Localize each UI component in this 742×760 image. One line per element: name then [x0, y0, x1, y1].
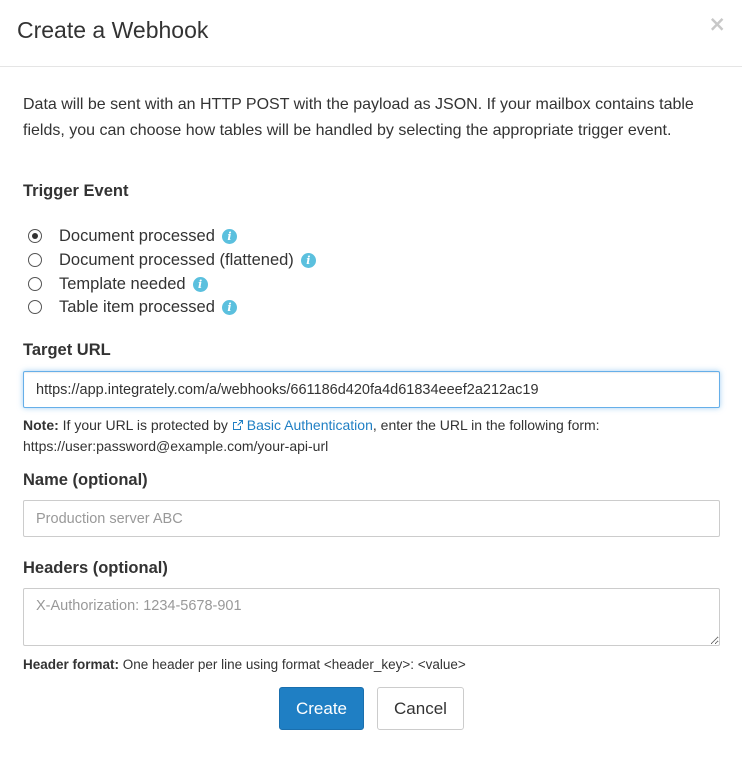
link-label: Basic Authentication: [246, 417, 373, 433]
header-format-text: One header per line using format <header…: [119, 657, 466, 672]
basic-authentication-link[interactable]: Basic Authentication: [232, 417, 373, 433]
radio-button[interactable]: [28, 277, 42, 291]
info-icon[interactable]: i: [221, 299, 237, 315]
url-example: https://user:password@example.com/your-a…: [23, 438, 329, 454]
create-webhook-dialog: Create a Webhook × Data will be sent wit…: [0, 0, 742, 760]
dialog-header: Create a Webhook ×: [0, 0, 742, 67]
note-prefix: Note:: [23, 417, 59, 433]
create-button[interactable]: Create: [279, 687, 364, 730]
cancel-button[interactable]: Cancel: [377, 687, 464, 730]
trigger-option-label: Document processed (flattened): [59, 250, 294, 269]
trigger-option-label: Document processed: [59, 226, 215, 245]
name-field-label: Name (optional): [23, 471, 148, 489]
header-format-help: Header format: One header per line using…: [23, 654, 723, 675]
trigger-option-label: Table item processed: [59, 297, 215, 316]
target-url-label: Target URL: [23, 341, 111, 359]
radio-button[interactable]: [28, 229, 42, 243]
intro-text: Data will be sent with an HTTP POST with…: [23, 96, 694, 139]
info-icon[interactable]: i: [300, 252, 316, 268]
dialog-title: Create a Webhook: [17, 17, 209, 43]
info-icon[interactable]: i: [192, 276, 208, 292]
name-input[interactable]: [23, 500, 720, 537]
headers-field-label: Headers (optional): [23, 559, 168, 577]
radio-button[interactable]: [28, 253, 42, 267]
target-url-input[interactable]: [23, 371, 720, 408]
external-link-icon: [232, 420, 243, 430]
close-icon[interactable]: ×: [708, 14, 726, 35]
note-text: If your URL is protected by: [58, 417, 232, 433]
trigger-option-document-processed[interactable]: Document processed i: [28, 225, 237, 247]
trigger-option-template-needed[interactable]: Template needed i: [28, 273, 208, 295]
trigger-option-label: Template needed: [59, 274, 186, 293]
basic-auth-note: Note: If your URL is protected by Basic …: [23, 415, 723, 457]
trigger-event-label: Trigger Event: [23, 182, 129, 200]
trigger-option-document-processed-flattened[interactable]: Document processed (flattened) i: [28, 249, 316, 271]
radio-button[interactable]: [28, 300, 42, 314]
info-icon[interactable]: i: [221, 228, 237, 244]
trigger-option-table-item-processed[interactable]: Table item processed i: [28, 296, 237, 318]
header-format-prefix: Header format:: [23, 657, 120, 672]
note-text-after: , enter the URL in the following form:: [372, 417, 600, 433]
headers-textarea[interactable]: [23, 588, 720, 646]
